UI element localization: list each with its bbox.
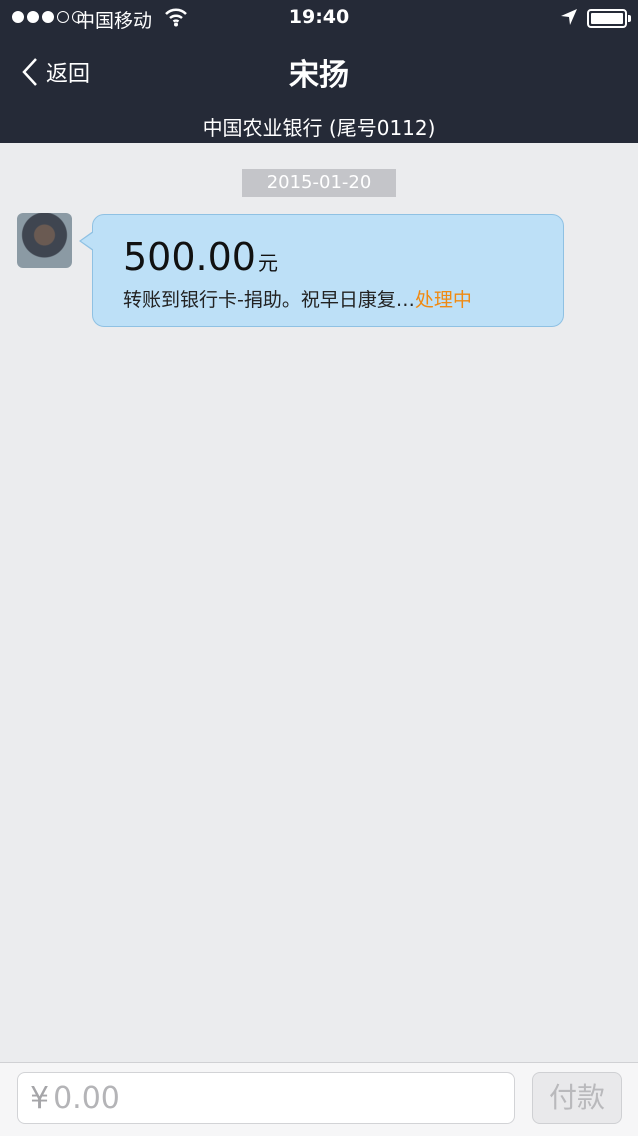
pay-button[interactable]: 付款 xyxy=(532,1072,622,1124)
status-bar: 中国移动 19:40 xyxy=(0,0,638,36)
yen-icon: ¥ xyxy=(30,1080,50,1116)
transfer-message-bubble[interactable]: 500.00 元 转账到银行卡-捐助。祝早日康复…处理中 xyxy=(79,214,564,327)
date-separator: 2015-01-20 xyxy=(242,169,396,197)
bank-account-subtitle: 中国农业银行 (尾号0112) xyxy=(202,116,436,140)
battery-icon xyxy=(587,9,627,28)
status-badge: 处理中 xyxy=(414,289,472,311)
screen: 中国移动 19:40 返回 宋扬 中国农业银行 (尾号0112) 2015-01… xyxy=(0,0,638,1136)
top-bar: 中国移动 19:40 返回 宋扬 中国农业银行 (尾号0112) xyxy=(0,0,638,143)
description-row: 转账到银行卡-捐助。祝早日康复…处理中 xyxy=(123,285,472,312)
page-title: 宋扬 xyxy=(289,58,349,93)
location-arrow-icon xyxy=(560,8,578,31)
amount-row: 500.00 元 xyxy=(123,235,278,279)
avatar[interactable] xyxy=(17,213,72,268)
transfer-description: 转账到银行卡-捐助。祝早日康复… xyxy=(123,289,415,311)
amount-placeholder: 0.00 xyxy=(53,1080,120,1116)
transfer-amount: 500.00 xyxy=(123,235,256,279)
input-bar: ¥ 0.00 付款 xyxy=(0,1062,638,1136)
amount-input[interactable]: ¥ 0.00 xyxy=(17,1072,515,1124)
currency-unit: 元 xyxy=(257,251,278,275)
clock: 19:40 xyxy=(288,6,350,28)
battery-tip xyxy=(628,15,631,22)
